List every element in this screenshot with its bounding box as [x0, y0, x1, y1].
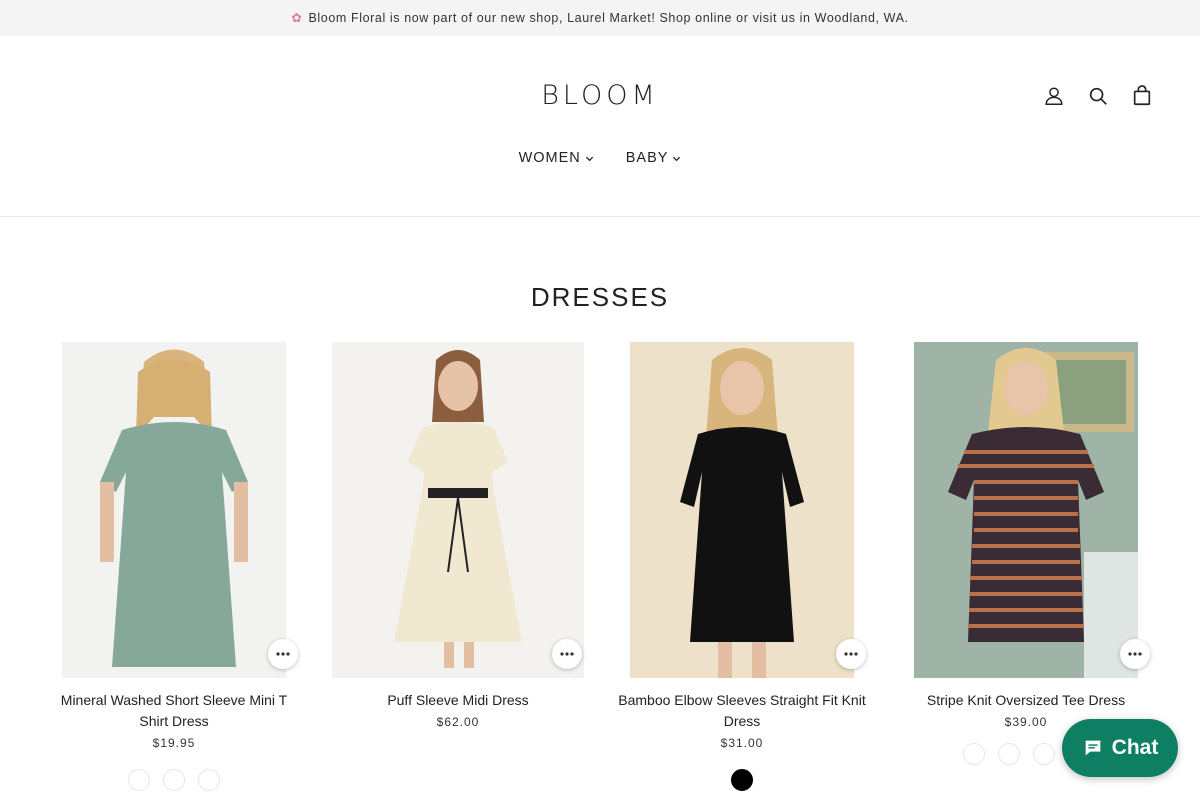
nav-item-baby[interactable]: BABY — [626, 150, 682, 166]
announcement-bar: ✿ Bloom Floral is now part of our new sho… — [0, 0, 1200, 36]
announcement-text: Bloom Floral is now part of our new shop… — [308, 11, 909, 25]
color-swatch[interactable] — [731, 769, 753, 791]
product-image[interactable] — [610, 342, 874, 678]
chevron-down-icon — [673, 156, 681, 162]
product-image[interactable] — [894, 342, 1158, 678]
product-card[interactable]: Mineral Washed Short Sleeve Mini T Shirt… — [42, 342, 306, 791]
quick-view-button[interactable] — [836, 639, 866, 669]
main-nav: WOMEN BABY — [0, 150, 1200, 166]
product-image[interactable] — [326, 342, 590, 678]
header-icons — [1040, 82, 1156, 110]
product-name[interactable]: Stripe Knit Oversized Tee Dress — [894, 690, 1158, 711]
product-price: $62.00 — [436, 715, 480, 729]
quick-view-button[interactable] — [268, 639, 298, 669]
product-card[interactable]: Puff Sleeve Midi Dress $62.00 — [326, 342, 590, 729]
product-card[interactable]: Stripe Knit Oversized Tee Dress $39.00 — [894, 342, 1158, 765]
quick-view-button[interactable] — [552, 639, 582, 669]
chat-icon — [1085, 740, 1100, 756]
color-swatches — [42, 769, 306, 791]
nav-item-label: BABY — [625, 150, 669, 166]
color-swatch[interactable] — [198, 769, 220, 791]
color-swatch[interactable] — [128, 769, 150, 791]
nav-item-women[interactable]: WOMEN — [519, 150, 594, 166]
nav-item-label: WOMEN — [518, 150, 581, 166]
cart-icon[interactable] — [1128, 82, 1156, 110]
more-icon — [276, 652, 290, 656]
site-logo[interactable]: BLOOM — [535, 70, 665, 122]
color-swatch[interactable] — [1032, 743, 1055, 765]
product-image[interactable] — [42, 342, 306, 678]
chat-button[interactable]: Chat — [1062, 719, 1178, 777]
page-title: DRESSES — [530, 282, 670, 312]
color-swatch[interactable] — [962, 743, 985, 765]
chat-label: Chat — [1111, 736, 1159, 759]
color-swatches — [610, 769, 874, 791]
color-swatch[interactable] — [163, 769, 185, 791]
flower-icon: ✿ — [291, 11, 303, 25]
color-swatch[interactable] — [997, 743, 1020, 765]
product-name[interactable]: Puff Sleeve Midi Dress — [326, 690, 590, 711]
more-icon — [1128, 652, 1142, 656]
quick-view-button[interactable] — [1120, 639, 1150, 669]
more-icon — [560, 652, 574, 656]
account-icon[interactable] — [1040, 82, 1068, 110]
product-name[interactable]: Bamboo Elbow Sleeves Straight Fit Knit D… — [610, 690, 874, 732]
product-card[interactable]: Bamboo Elbow Sleeves Straight Fit Knit D… — [610, 342, 874, 791]
product-name[interactable]: Mineral Washed Short Sleeve Mini T Shirt… — [42, 690, 306, 732]
more-icon — [844, 652, 858, 656]
product-price: $31.00 — [720, 736, 764, 750]
product-price: $19.95 — [152, 736, 196, 750]
search-icon[interactable] — [1084, 82, 1112, 110]
header-divider — [0, 216, 1200, 217]
chevron-down-icon — [585, 156, 593, 162]
